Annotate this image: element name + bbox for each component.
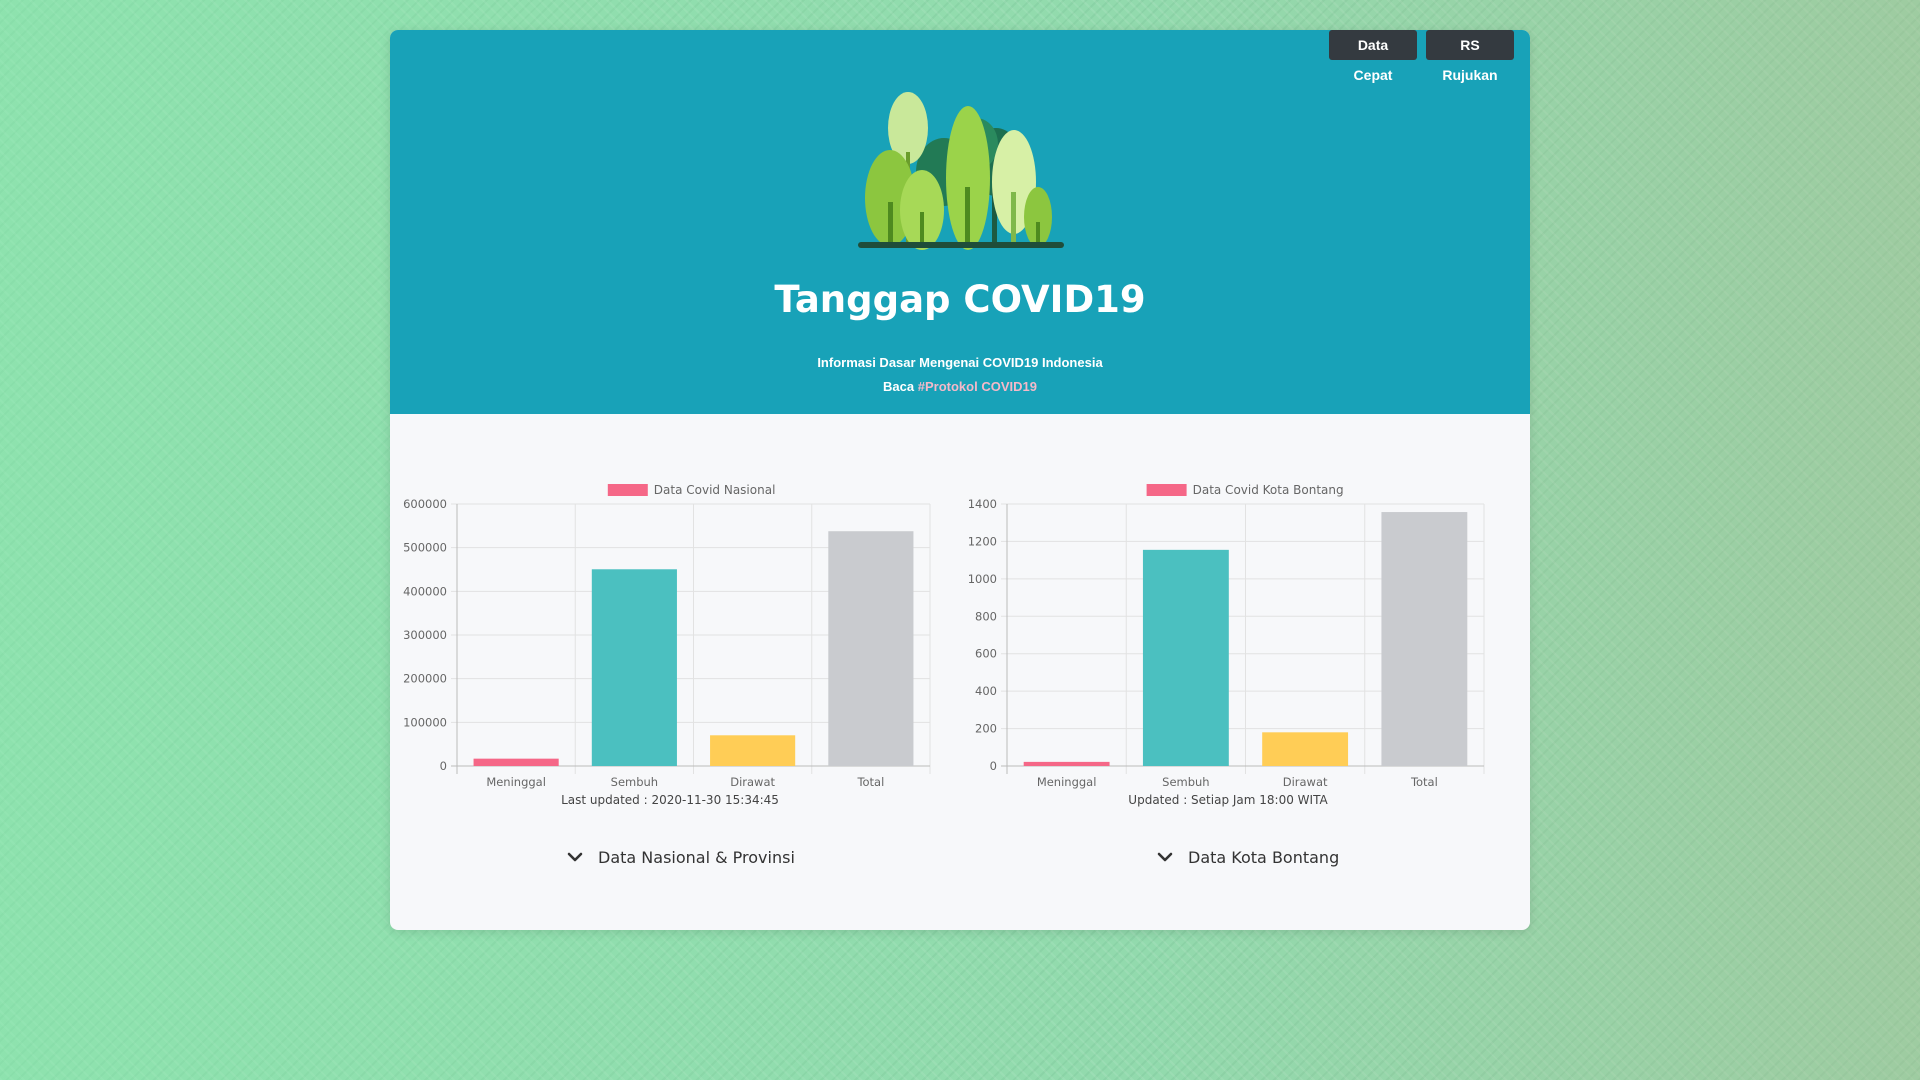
header-banner: Data Cepat RS Rujukan Tanggap COVID19 In… (390, 30, 1530, 414)
x-tick-label: Dirawat (1283, 775, 1328, 789)
rs-rujukan-button[interactable]: RS Rujukan (1426, 30, 1514, 83)
bar-dirawat[interactable] (710, 735, 796, 766)
chart-bontang: Data Covid Kota Bontang 0 200 400 600 800 1000… (958, 474, 1498, 804)
y-tick-label: 600000 (403, 497, 447, 511)
y-tick-label: 200 (975, 722, 997, 736)
y-tick-label: 100000 (403, 715, 447, 729)
legend-swatch[interactable] (607, 484, 648, 496)
bar-dirawat[interactable] (1262, 732, 1349, 766)
y-tick-label: 800 (975, 609, 997, 623)
protocol-line: Baca #Protokol COVID19 (390, 379, 1530, 394)
data-bontang-label: Data Kota Bontang (1188, 847, 1340, 867)
y-tick-label: 300000 (403, 628, 447, 642)
protocol-link[interactable]: #Protokol COVID19 (918, 379, 1037, 394)
data-bontang-toggle[interactable]: Data Kota Bontang (1156, 842, 1339, 872)
x-tick-label: Total (1410, 775, 1438, 789)
chevron-down-icon (1157, 852, 1173, 862)
chevron-down-icon (567, 852, 583, 862)
y-tick-label: 0 (440, 759, 447, 773)
trees-logo (858, 92, 1064, 250)
y-tick-label: 0 (990, 759, 997, 773)
bar-total[interactable] (828, 531, 914, 766)
data-cepat-button[interactable]: Data Cepat (1329, 30, 1417, 83)
y-tick-label: 1400 (968, 497, 997, 511)
last-updated-nasional: Last updated : 2020-11-30 15:34:45 (561, 793, 779, 807)
y-tick-label: 400000 (403, 584, 447, 598)
bar-meninggal[interactable] (473, 758, 559, 766)
x-tick-label: Total (856, 775, 884, 789)
x-tick-label: Dirawat (730, 775, 775, 789)
chart-nasional: Data Covid Nasional 0 100000 200000 300000 40… (400, 474, 940, 804)
bar-sembuh[interactable] (1142, 549, 1229, 766)
main-card: Data Cepat RS Rujukan Tanggap COVID19 In… (390, 30, 1530, 930)
baca-prefix: Baca (883, 379, 915, 394)
y-tick-label: 1200 (968, 534, 997, 548)
x-tick-label: Sembuh (611, 775, 658, 789)
page-title: Tanggap COVID19 (774, 278, 1146, 321)
y-tick-label: 200000 (403, 672, 447, 686)
y-tick-label: 500000 (403, 541, 447, 555)
page-subtitle: Informasi Dasar Mengenai COVID19 Indones… (817, 355, 1103, 370)
y-tick-label: 600 (975, 647, 997, 661)
chart-bontang-svg: Data Covid Kota Bontang 0 200 400 600 800 1000… (968, 483, 1485, 789)
data-nasional-toggle[interactable]: Data Nasional & Provinsi (566, 842, 795, 872)
bar-total[interactable] (1381, 512, 1468, 766)
legend-label[interactable]: Data Covid Nasional (654, 483, 776, 497)
x-tick-label: Meninggal (486, 775, 546, 789)
x-tick-label: Meninggal (1037, 775, 1097, 789)
updated-bontang: Updated : Setiap Jam 18:00 WITA (1128, 793, 1328, 807)
legend-label[interactable]: Data Covid Kota Bontang (1193, 483, 1344, 497)
chart-nasional-svg: Data Covid Nasional 0 100000 200000 300000 40… (403, 483, 931, 789)
bar-sembuh[interactable] (591, 569, 677, 766)
data-nasional-label: Data Nasional & Provinsi (598, 847, 795, 867)
y-tick-label: 400 (975, 684, 997, 698)
y-tick-label: 1000 (968, 572, 997, 586)
legend-swatch[interactable] (1146, 484, 1187, 496)
bar-meninggal[interactable] (1023, 761, 1110, 766)
x-tick-label: Sembuh (1162, 775, 1209, 789)
